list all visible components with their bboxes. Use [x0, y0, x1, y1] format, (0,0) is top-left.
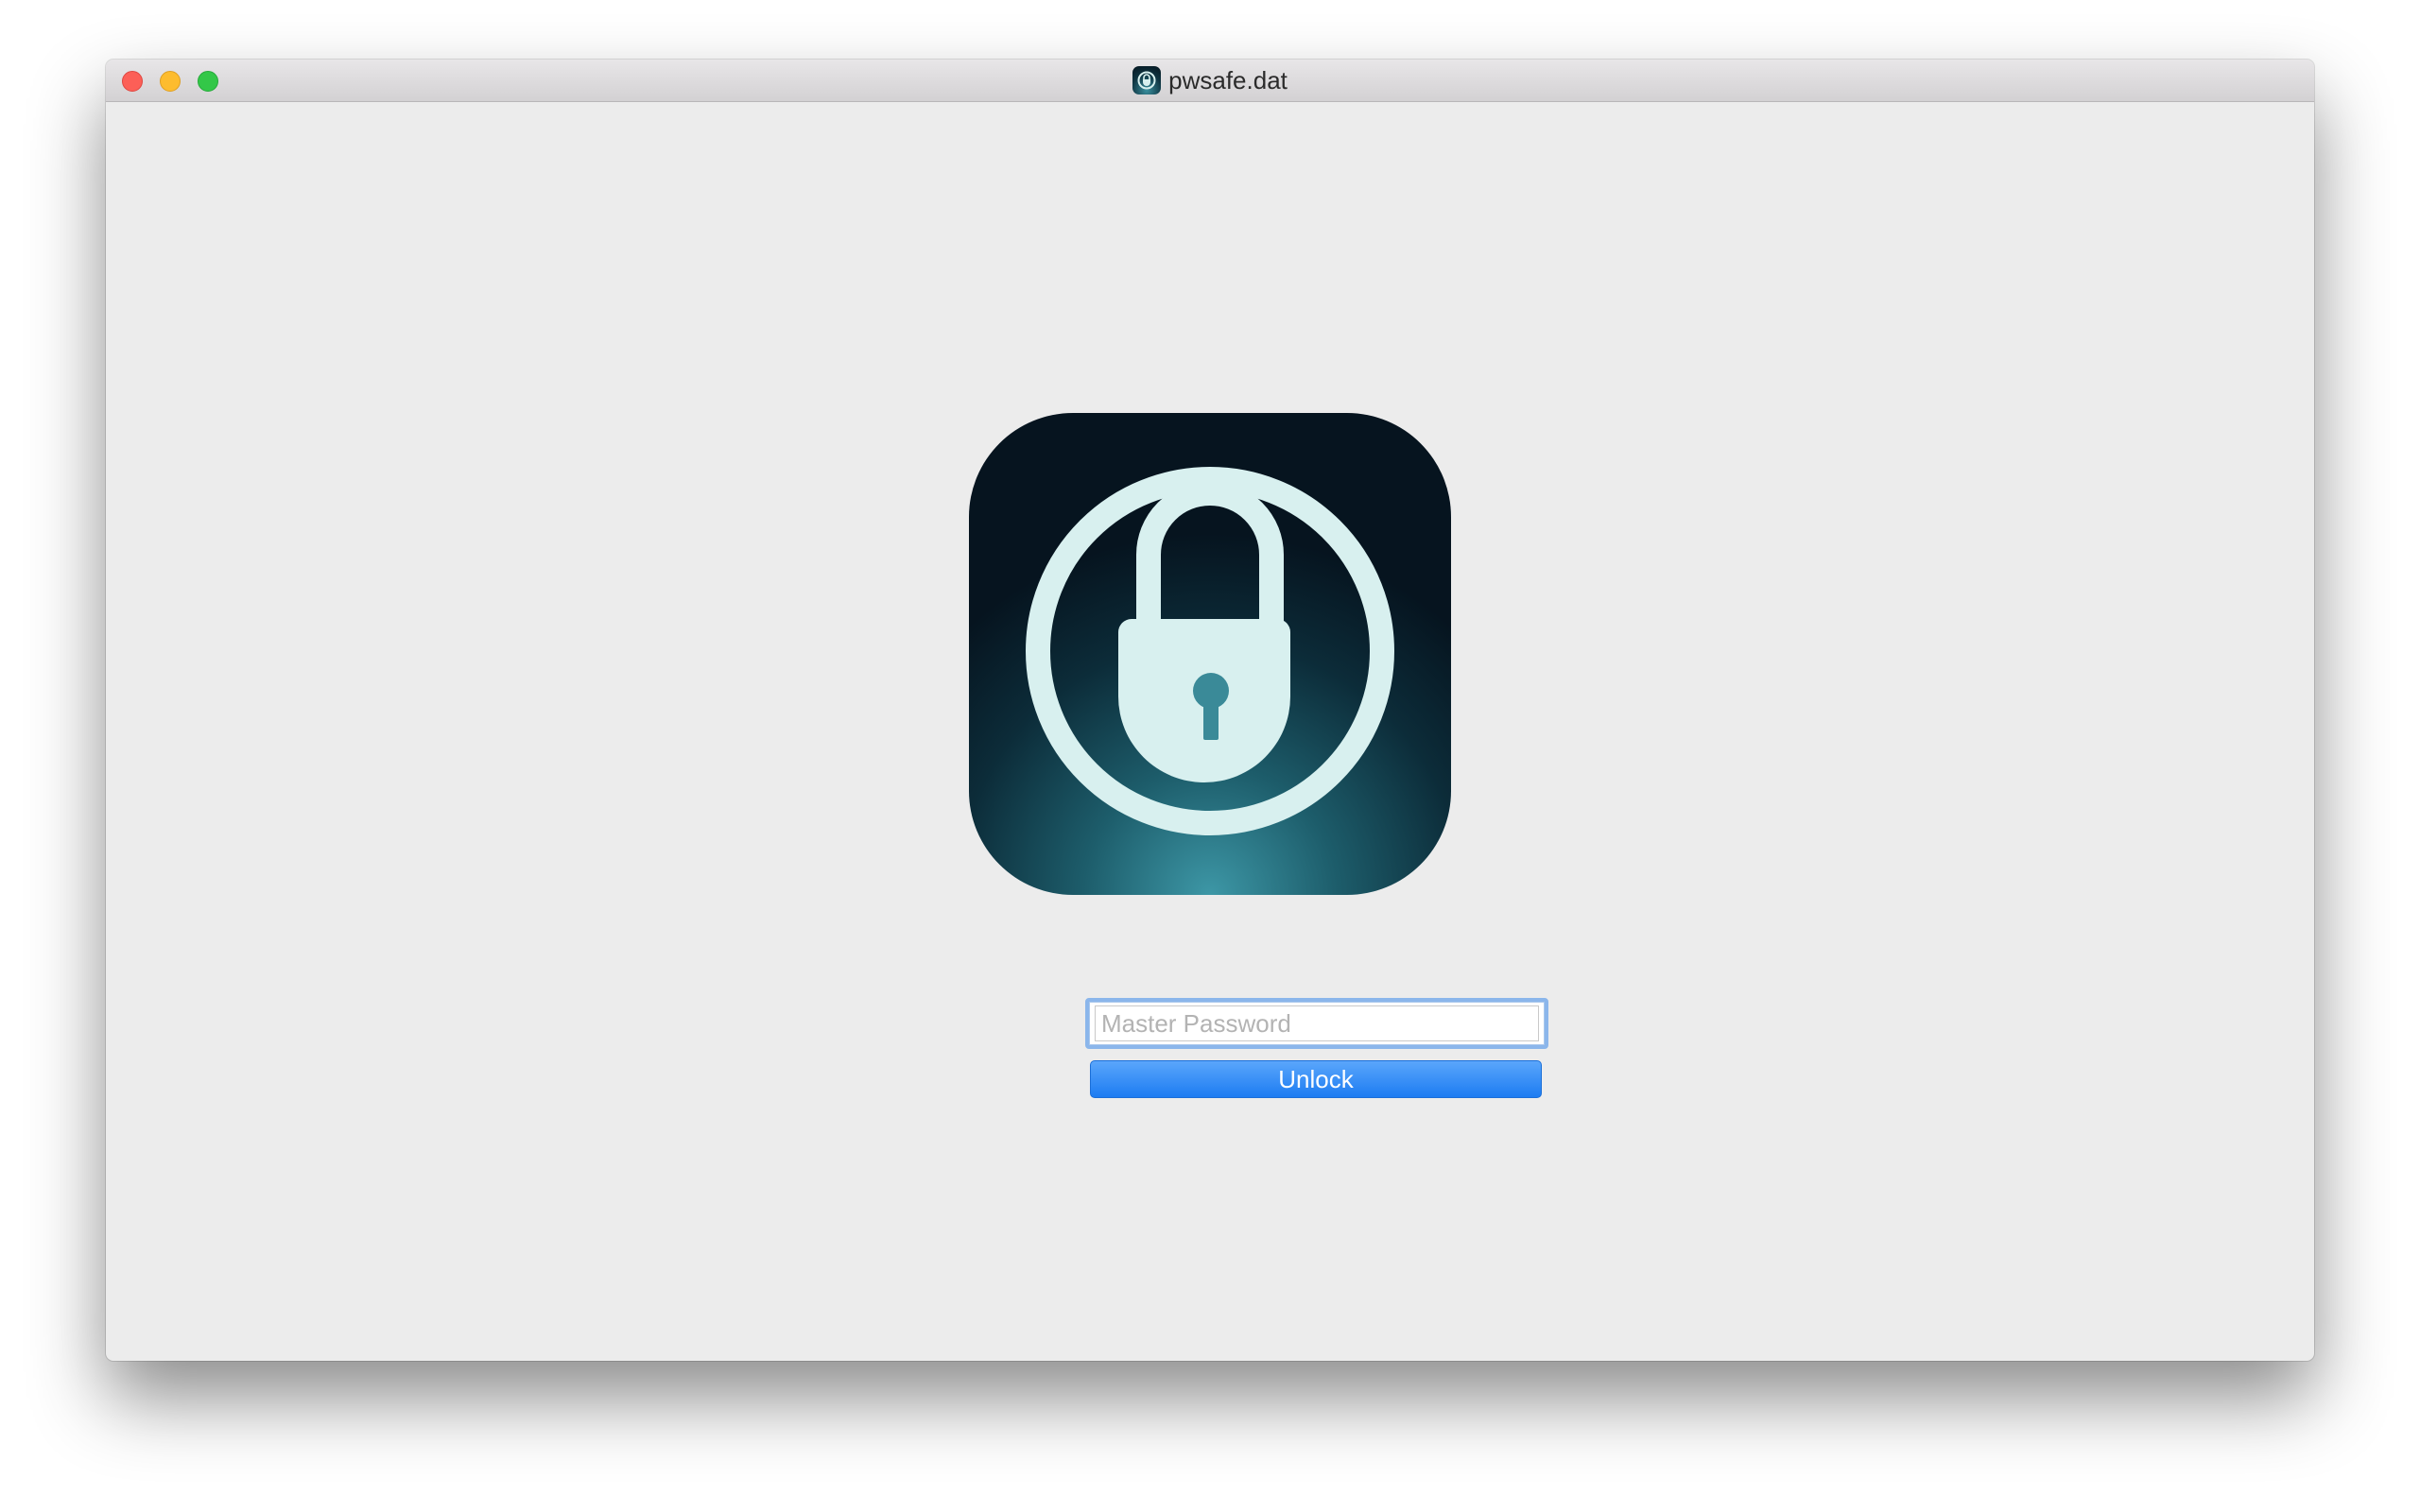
window-title: pwsafe.dat [1168, 65, 1288, 94]
window-title-group: pwsafe.dat [106, 60, 2314, 101]
lock-app-icon [1132, 66, 1162, 94]
app-window: pwsafe.dat Unlock [106, 60, 2314, 1361]
unlock-button-label: Unlock [1278, 1064, 1354, 1093]
unlock-button[interactable]: Unlock [1090, 1060, 1542, 1098]
master-password-field-focus-ring[interactable] [1085, 998, 1548, 1049]
master-password-input[interactable] [1095, 1005, 1539, 1041]
title-bar[interactable]: pwsafe.dat [106, 60, 2314, 102]
padlock-icon [969, 413, 1451, 895]
